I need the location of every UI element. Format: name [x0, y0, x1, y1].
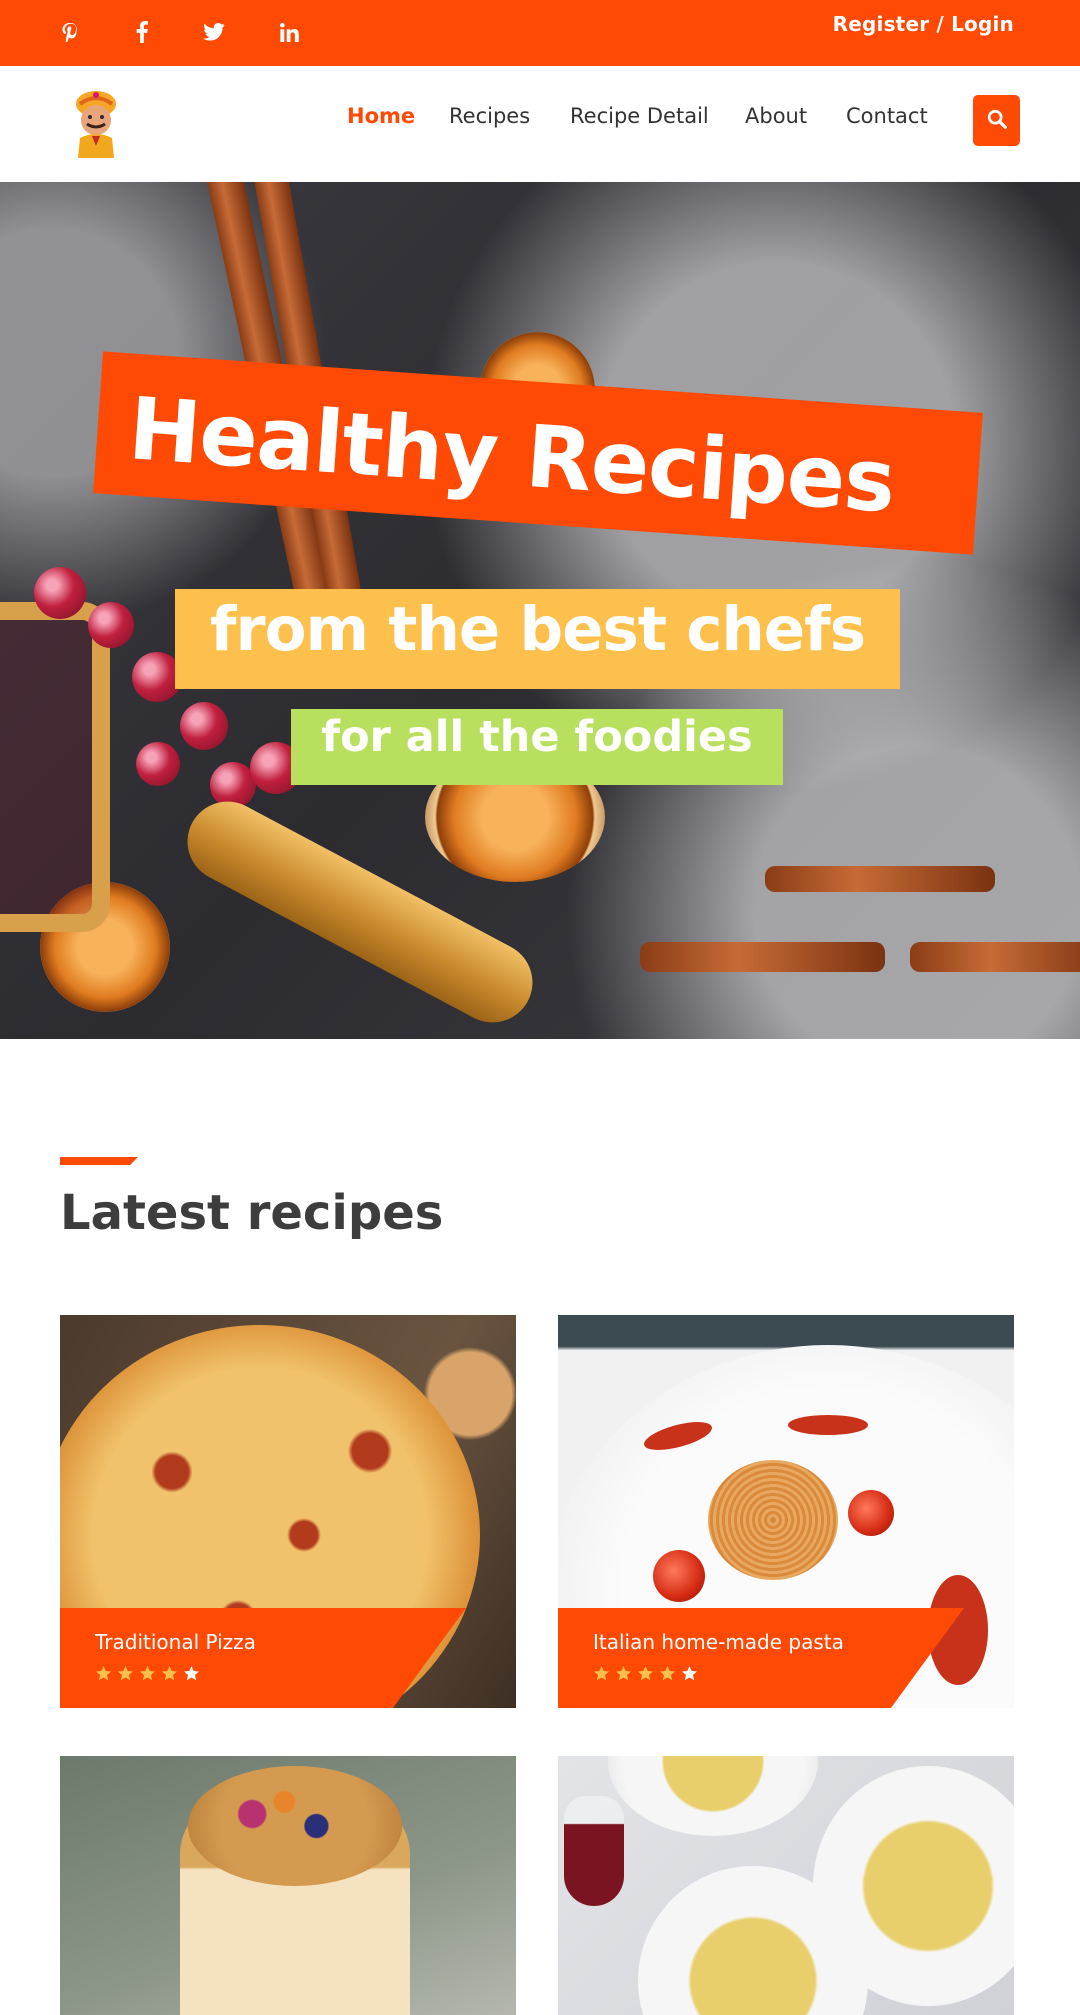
nav-home[interactable]: Home	[347, 104, 415, 128]
noodles-image	[558, 1756, 1014, 2015]
cranberry-image	[34, 567, 86, 619]
cinnamon-stick-image	[910, 942, 1080, 972]
recipe-card[interactable]: Italian home-made pasta	[558, 1315, 1014, 1708]
recipe-card[interactable]	[558, 1756, 1014, 2015]
section-accent-bar	[60, 1157, 138, 1165]
nav-recipes[interactable]: Recipes	[449, 104, 530, 128]
hero-tagline: for all the foodies	[321, 712, 753, 762]
star-filled-icon	[594, 1666, 609, 1681]
twitter-icon[interactable]	[196, 14, 232, 50]
cranberry-image	[180, 702, 228, 750]
star-filled-icon	[96, 1666, 111, 1681]
berry-tray-image	[0, 602, 110, 932]
section-title: Latest recipes	[60, 1185, 444, 1241]
star-filled-icon	[118, 1666, 133, 1681]
star-empty-icon	[184, 1666, 199, 1681]
star-filled-icon	[660, 1666, 675, 1681]
star-filled-icon	[638, 1666, 653, 1681]
search-button[interactable]	[973, 95, 1020, 146]
top-social-bar: Register / Login	[0, 0, 1080, 66]
register-login-link[interactable]: Register / Login	[833, 12, 1014, 36]
recipe-card-title: Traditional Pizza	[95, 1630, 256, 1654]
rating-stars	[593, 1665, 698, 1682]
recipe-card[interactable]: Traditional Pizza	[60, 1315, 516, 1708]
nav-about[interactable]: About	[745, 104, 807, 128]
cranberry-image	[88, 602, 134, 648]
cranberry-image	[136, 742, 180, 786]
recipe-card-title: Italian home-made pasta	[593, 1630, 844, 1654]
linkedin-icon[interactable]	[271, 14, 307, 50]
cinnamon-stick-image	[765, 866, 995, 892]
nav-contact[interactable]: Contact	[846, 104, 928, 128]
chef-mascot-logo[interactable]	[66, 86, 126, 158]
cinnamon-stick-image	[640, 942, 885, 972]
cake-image	[60, 1756, 516, 2015]
rating-stars	[95, 1665, 200, 1682]
facebook-icon[interactable]	[124, 14, 160, 50]
main-header: Home Recipes Recipe Detail About Contact	[0, 66, 1080, 182]
star-filled-icon	[140, 1666, 155, 1681]
nav-recipe-detail[interactable]: Recipe Detail	[570, 104, 709, 128]
star-empty-icon	[682, 1666, 697, 1681]
search-icon	[986, 108, 1008, 134]
hero-subheadline: from the best chefs	[209, 594, 866, 665]
recipe-card[interactable]	[60, 1756, 516, 2015]
star-filled-icon	[162, 1666, 177, 1681]
star-filled-icon	[616, 1666, 631, 1681]
pinterest-icon[interactable]	[52, 14, 88, 50]
hero-banner: Healthy Recipes from the best chefs for …	[0, 182, 1080, 1039]
